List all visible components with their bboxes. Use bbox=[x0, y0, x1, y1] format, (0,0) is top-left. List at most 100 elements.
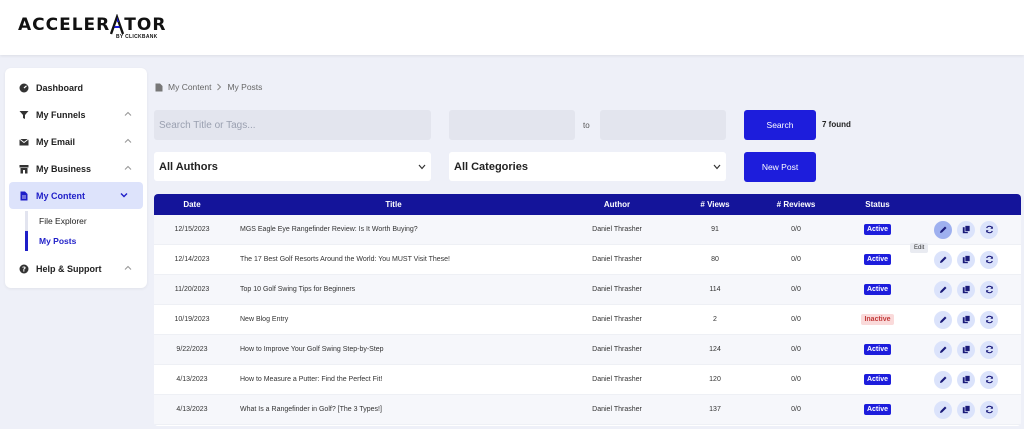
cell-title[interactable]: What Is a Rangefinder in Golf? [The 3 Ty… bbox=[230, 406, 557, 413]
posts-table: Date Title Author # Views # Reviews Stat… bbox=[154, 194, 1021, 426]
row-actions bbox=[916, 340, 1021, 359]
chevron-up-icon bbox=[124, 138, 132, 143]
cell-status: Inactive bbox=[839, 314, 916, 325]
status-badge: Active bbox=[863, 254, 891, 265]
cell-date: 12/15/2023 bbox=[174, 226, 210, 233]
header-title[interactable]: Title bbox=[230, 200, 557, 209]
date-to-field[interactable] bbox=[600, 110, 726, 140]
edit-tooltip: Edit bbox=[910, 243, 929, 253]
authors-select-value: All Authors bbox=[159, 160, 218, 173]
cell-date: 4/13/2023 bbox=[176, 406, 208, 413]
cell-title[interactable]: How to Measure a Putter: Find the Perfec… bbox=[230, 376, 557, 383]
search-input[interactable]: Search Title or Tags... bbox=[154, 110, 431, 140]
sidebar-item-label: Dashboard bbox=[36, 82, 84, 93]
status-badge: Active bbox=[863, 344, 891, 355]
status-badge: Active bbox=[863, 224, 891, 235]
header-status[interactable]: Status bbox=[839, 200, 916, 209]
cell-title[interactable]: Top 10 Golf Swing Tips for Beginners bbox=[230, 286, 557, 293]
date-range-to-label: to bbox=[583, 121, 590, 130]
sidebar-item-label: My Business bbox=[36, 163, 92, 174]
sidebar-item-my-email[interactable]: My Email bbox=[5, 128, 147, 155]
copy-icon bbox=[962, 225, 971, 234]
sidebar-item-my-content[interactable]: My Content bbox=[9, 182, 143, 209]
brand-logo[interactable]: ACCELER TOR BY CLICKBANK bbox=[18, 14, 166, 44]
cell-author: Daniel Thrasher bbox=[592, 256, 642, 263]
refresh-icon bbox=[985, 255, 994, 264]
sidebar-subitem-label: My Posts bbox=[39, 236, 77, 246]
edit-button[interactable] bbox=[934, 280, 952, 299]
cell-reviews: 0/0 bbox=[791, 316, 801, 323]
search-button[interactable]: Search bbox=[744, 110, 816, 140]
duplicate-button[interactable] bbox=[957, 250, 975, 269]
cell-title[interactable]: The 17 Best Golf Resorts Around the Worl… bbox=[230, 256, 557, 263]
refresh-button[interactable] bbox=[980, 400, 998, 419]
sidebar-item-label: My Content bbox=[36, 190, 85, 201]
duplicate-button[interactable] bbox=[957, 340, 975, 359]
sidebar-item-my-business[interactable]: My Business bbox=[5, 155, 147, 182]
header-reviews[interactable]: # Reviews bbox=[753, 200, 839, 209]
svg-text:?: ? bbox=[22, 265, 26, 273]
edit-button[interactable] bbox=[934, 340, 952, 359]
cell-views: 114 bbox=[709, 286, 721, 293]
cell-title[interactable]: How to Improve Your Golf Swing Step-by-S… bbox=[230, 346, 557, 353]
edit-button[interactable] bbox=[934, 310, 952, 329]
header-date[interactable]: Date bbox=[154, 200, 230, 209]
refresh-button[interactable] bbox=[980, 370, 998, 389]
mail-icon bbox=[19, 138, 29, 145]
cell-author: Daniel Thrasher bbox=[592, 376, 642, 383]
status-badge: Active bbox=[863, 284, 891, 295]
sidebar: Dashboard My Funnels My Email My Busines… bbox=[5, 68, 147, 288]
pencil-icon bbox=[939, 225, 948, 234]
duplicate-button[interactable] bbox=[957, 280, 975, 299]
pencil-icon bbox=[939, 255, 948, 264]
authors-select[interactable]: All Authors bbox=[154, 152, 431, 181]
refresh-button[interactable] bbox=[980, 220, 998, 239]
breadcrumb-parent[interactable]: My Content bbox=[168, 82, 211, 92]
table-row: 9/22/2023 How to Improve Your Golf Swing … bbox=[154, 335, 1021, 365]
table-row: 4/13/2023 What Is a Rangefinder in Golf? … bbox=[154, 395, 1021, 425]
sidebar-item-dashboard[interactable]: Dashboard bbox=[5, 74, 147, 101]
date-from-field[interactable] bbox=[449, 110, 575, 140]
sidebar-item-label: Help & Support bbox=[36, 263, 102, 274]
refresh-button[interactable] bbox=[980, 280, 998, 299]
edit-button[interactable] bbox=[934, 250, 952, 269]
edit-button[interactable] bbox=[934, 220, 952, 239]
edit-button[interactable] bbox=[934, 370, 952, 389]
new-post-button[interactable]: New Post bbox=[744, 152, 816, 182]
cell-title[interactable]: New Blog Entry bbox=[230, 316, 557, 323]
table-row: 4/13/2023 How to Measure a Putter: Find t… bbox=[154, 365, 1021, 395]
refresh-button[interactable] bbox=[980, 340, 998, 359]
duplicate-button[interactable] bbox=[957, 400, 975, 419]
categories-select[interactable]: All Categories bbox=[449, 152, 726, 181]
sidebar-subitem-my-posts[interactable]: My Posts bbox=[25, 231, 147, 251]
duplicate-button[interactable] bbox=[957, 370, 975, 389]
sidebar-subitem-label: File Explorer bbox=[39, 216, 87, 226]
refresh-icon bbox=[985, 225, 994, 234]
duplicate-button[interactable] bbox=[957, 220, 975, 239]
refresh-button[interactable] bbox=[980, 250, 998, 269]
cell-views: 120 bbox=[709, 376, 721, 383]
search-placeholder: Search Title or Tags... bbox=[159, 119, 256, 131]
duplicate-button[interactable] bbox=[957, 310, 975, 329]
brand-name-left: ACCELER bbox=[18, 15, 111, 35]
help-icon: ? bbox=[19, 264, 29, 273]
chevron-up-icon bbox=[124, 165, 132, 170]
refresh-button[interactable] bbox=[980, 310, 998, 329]
edit-button[interactable] bbox=[934, 400, 952, 419]
chevron-right-icon bbox=[217, 83, 222, 91]
cell-title[interactable]: MGS Eagle Eye Rangefinder Review: Is It … bbox=[230, 226, 557, 233]
chevron-up-icon bbox=[124, 111, 132, 116]
status-badge: Inactive bbox=[861, 314, 894, 325]
pencil-icon bbox=[939, 345, 948, 354]
cell-author: Daniel Thrasher bbox=[592, 406, 642, 413]
categories-select-value: All Categories bbox=[454, 160, 528, 173]
logo-a-mark-icon bbox=[110, 14, 125, 35]
sidebar-item-label: My Email bbox=[36, 136, 76, 147]
sidebar-item-my-funnels[interactable]: My Funnels bbox=[5, 101, 147, 128]
table-header: Date Title Author # Views # Reviews Stat… bbox=[154, 194, 1021, 215]
sidebar-item-help-support[interactable]: ? Help & Support bbox=[5, 255, 147, 282]
sidebar-subitem-file-explorer[interactable]: File Explorer bbox=[39, 211, 147, 231]
pencil-icon bbox=[939, 315, 948, 324]
header-author[interactable]: Author bbox=[557, 200, 677, 209]
header-views[interactable]: # Views bbox=[677, 200, 753, 209]
